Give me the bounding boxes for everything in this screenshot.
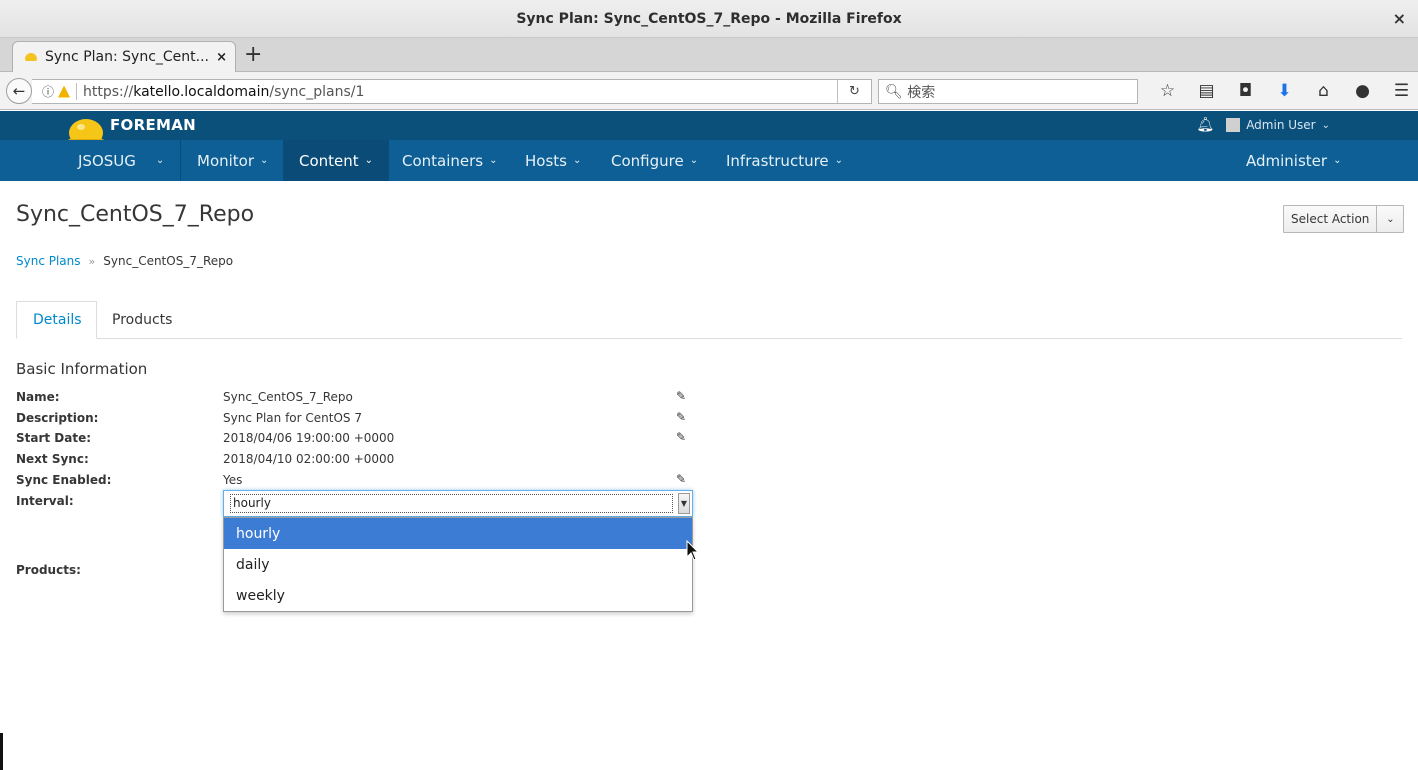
nav-administer[interactable]: Administer ⌄ [1230,140,1357,181]
edit-name-icon[interactable]: ✎ [676,389,686,403]
foreman-header: FOREMAN 🔔︎ Admin User ⌄ [0,111,1418,147]
nav-hosts[interactable]: Hosts ⌄ [509,140,597,181]
browser-tab[interactable]: Sync Plan: Sync_Cent... × [12,41,236,72]
home-icon[interactable]: ⌂ [1304,80,1343,102]
reading-list-icon[interactable]: ▤ [1187,80,1226,102]
chevron-down-icon: ⌄ [364,155,374,166]
browser-tabstrip: Sync Plan: Sync_Cent... × + [0,38,1418,72]
search-input[interactable]: 🔍︎ 検索 [878,79,1138,104]
chevron-down-icon[interactable]: ⌄ [1377,206,1403,232]
browser-navbar: ← ⓘ https://katello.localdomain/sync_pla… [0,72,1418,110]
back-button[interactable]: ← [6,78,32,104]
chevron-down-icon: ⌄ [572,155,582,166]
breadcrumb: Sync Plans » Sync_CentOS_7_Repo [16,254,233,268]
detail-tabs: Details Products [16,301,1402,339]
interval-option-weekly[interactable]: weekly [224,580,692,611]
foreman-nav: JSOSUG ⌄ Monitor ⌄ Content ⌄ Containers ⌄ Ho… [0,140,1418,181]
select-action-label: Select Action [1284,206,1378,232]
select-arrow-icon[interactable]: ▼ [678,493,690,514]
window-title: Sync Plan: Sync_CentOS_7_Repo - Mozilla … [516,10,902,27]
nav-configure[interactable]: Configure ⌄ [595,140,714,181]
tab-close-icon[interactable]: × [216,50,227,65]
chevron-down-icon: ⌄ [260,155,269,166]
foreman-favicon-icon [25,53,37,61]
url-bar[interactable]: ⓘ https://katello.localdomain/sync_plans… [32,79,872,104]
desktop-edge [0,733,3,770]
section-basic-information: Basic Information [16,360,148,378]
chevron-down-icon: ⌄ [1333,155,1342,166]
interval-dropdown-list: hourly daily weekly [223,517,693,612]
chevron-down-icon: ⌄ [155,155,165,166]
foreman-brand[interactable]: FOREMAN [110,116,196,134]
field-description: Description: Sync Plan for CentOS 7 ✎ [16,410,687,425]
nav-infrastructure[interactable]: Infrastructure ⌄ [710,140,859,181]
user-menu[interactable]: 🔔︎ Admin User ⌄ [1196,117,1330,133]
breadcrumb-sync-plans-link[interactable]: Sync Plans [16,254,81,268]
nav-monitor[interactable]: Monitor ⌄ [181,140,284,181]
field-start-date: Start Date: 2018/04/06 19:00:00 +0000 ✎ [16,430,687,445]
nav-content[interactable]: Content ⌄ [283,140,390,181]
url-text[interactable]: https://katello.localdomain/sync_plans/1 [83,84,364,100]
chevron-down-icon: ⌄ [834,155,844,166]
browser-tab-label: Sync Plan: Sync_Cent... [45,49,209,65]
edit-sync-enabled-icon[interactable]: ✎ [676,472,686,486]
window-titlebar: Sync Plan: Sync_CentOS_7_Repo - Mozilla … [0,0,1418,38]
reload-icon[interactable]: ↻ [837,80,871,103]
tab-products[interactable]: Products [96,301,188,339]
page-title: Sync_CentOS_7_Repo [16,202,255,227]
chevron-down-icon: ⌄ [1321,119,1330,131]
interval-select-value: hourly [230,494,673,513]
pocket-icon[interactable]: ◘ [1226,80,1265,102]
mouse-pointer-icon [686,540,700,561]
tab-details[interactable]: Details [16,301,97,339]
user-name: Admin User [1246,118,1316,132]
select-action-button[interactable]: Select Action ⌄ [1283,205,1405,233]
download-icon[interactable]: ⬇ [1265,80,1304,102]
new-tab-button[interactable]: + [244,42,262,67]
chevron-down-icon: ⌄ [689,155,699,166]
breadcrumb-current: Sync_CentOS_7_Repo [103,254,234,268]
field-name: Name: Sync_CentOS_7_Repo ✎ [16,389,687,404]
search-placeholder: 検索 [907,84,936,101]
interval-select[interactable]: hourly ▼ [223,490,693,517]
field-next-sync: Next Sync: 2018/04/10 02:00:00 +0000 [16,452,395,466]
bell-icon[interactable]: 🔔︎ [1196,117,1214,133]
chevron-down-icon: ⌄ [489,155,498,166]
menu-hamburger-icon[interactable]: ☰ [1382,80,1418,102]
breadcrumb-separator-icon: » [88,254,96,268]
interval-option-daily[interactable]: daily [224,549,692,580]
field-sync-enabled: Sync Enabled: Yes ✎ [16,472,687,487]
browser-toolbar: ☆ ▤ ◘ ⬇ ⌂ ● ☰ [1148,80,1418,102]
window-close-icon[interactable]: × [1393,9,1406,28]
bookmark-star-icon[interactable]: ☆ [1148,80,1187,102]
info-icon[interactable]: ⓘ [42,83,54,100]
edit-description-icon[interactable]: ✎ [676,410,686,424]
edit-start-date-icon[interactable]: ✎ [676,430,686,444]
insecure-lock-icon[interactable] [58,85,71,98]
search-icon: 🔍︎ [885,83,903,100]
extension-icon[interactable]: ● [1343,80,1382,102]
nav-containers[interactable]: Containers ⌄ [386,140,514,181]
nav-organization[interactable]: JSOSUG ⌄ [62,140,181,181]
interval-option-hourly[interactable]: hourly [224,518,692,549]
avatar [1226,118,1241,132]
